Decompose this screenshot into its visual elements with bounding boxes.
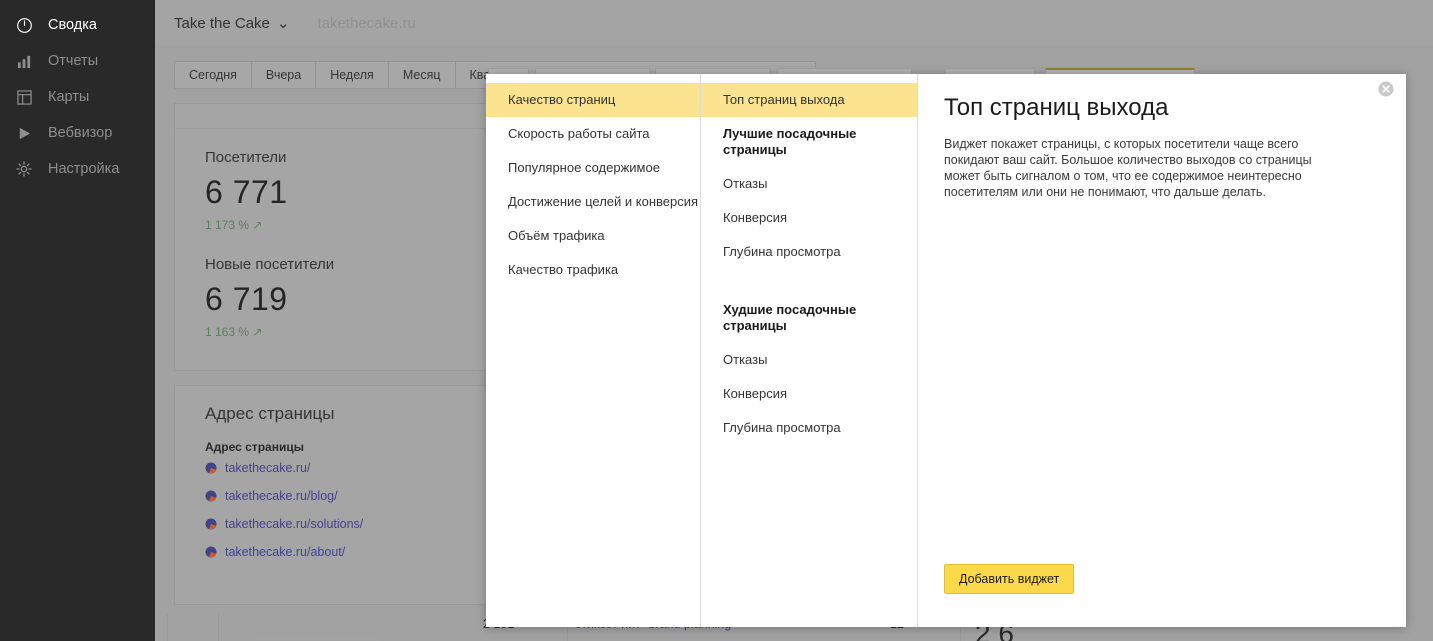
category-item-site-speed[interactable]: Скорость работы сайта	[486, 117, 700, 151]
layout-icon	[14, 87, 34, 107]
subitem-column: Топ страниц выхода Лучшие посадочные стр…	[701, 74, 918, 627]
category-item-popular-content[interactable]: Популярное содержимое	[486, 151, 700, 185]
category-column: Качество страниц Скорость работы сайта П…	[486, 74, 701, 627]
subitem-depth-best[interactable]: Глубина просмотра	[701, 235, 917, 269]
subitem-conversion-worst[interactable]: Конверсия	[701, 377, 917, 411]
detail-description: Виджет покажет страницы, с которых посет…	[944, 137, 1312, 199]
add-widget-dialog: Качество страниц Скорость работы сайта П…	[486, 74, 1406, 627]
sidebar-item-settings[interactable]: Настройка	[0, 151, 155, 187]
subitem-group-best-landing: Лучшие посадочные страницы	[723, 126, 857, 157]
subitem-bounces-worst[interactable]: Отказы	[701, 343, 917, 377]
detail-panel: Топ страниц выхода Виджет покажет страни…	[918, 74, 1406, 627]
app-root: Take the Cake ⌄ takethecake.ru Сегодня В…	[0, 0, 1433, 641]
add-widget-button[interactable]: Добавить виджет	[944, 564, 1075, 594]
bar-chart-icon	[14, 51, 34, 71]
gear-icon	[14, 159, 34, 179]
sidebar-item-label: Отчеты	[48, 53, 99, 69]
sidebar-item-reports[interactable]: Отчеты	[0, 43, 155, 79]
subitem-conversion-best[interactable]: Конверсия	[701, 201, 917, 235]
category-item-goals-conversion[interactable]: Достижение целей и конверсия	[486, 185, 700, 219]
subitem-top-exit-pages[interactable]: Топ страниц выхода	[701, 83, 917, 117]
subitem-group-worst-landing: Худшие посадочные страницы	[723, 302, 857, 333]
sidebar: Сводка Отчеты Карты Вебвизор Настройка	[0, 0, 155, 641]
detail-title: Топ страниц выхода	[944, 94, 1169, 121]
sidebar-item-label: Сводка	[48, 17, 97, 33]
category-item-traffic-volume[interactable]: Объём трафика	[486, 219, 700, 253]
sidebar-item-maps[interactable]: Карты	[0, 79, 155, 115]
sidebar-item-label: Вебвизор	[48, 125, 113, 141]
subitem-depth-worst[interactable]: Глубина просмотра	[701, 411, 917, 445]
sidebar-item-summary[interactable]: Сводка	[0, 7, 155, 43]
close-icon[interactable]	[1378, 81, 1394, 97]
subitem-bounces-best[interactable]: Отказы	[701, 167, 917, 201]
sidebar-item-label: Настройка	[48, 161, 120, 177]
category-item-page-quality[interactable]: Качество страниц	[486, 83, 700, 117]
play-icon	[14, 123, 34, 143]
gauge-icon	[14, 15, 34, 35]
sidebar-item-webvisor[interactable]: Вебвизор	[0, 115, 155, 151]
category-item-traffic-quality[interactable]: Качество трафика	[486, 253, 700, 287]
sidebar-item-label: Карты	[48, 89, 90, 105]
